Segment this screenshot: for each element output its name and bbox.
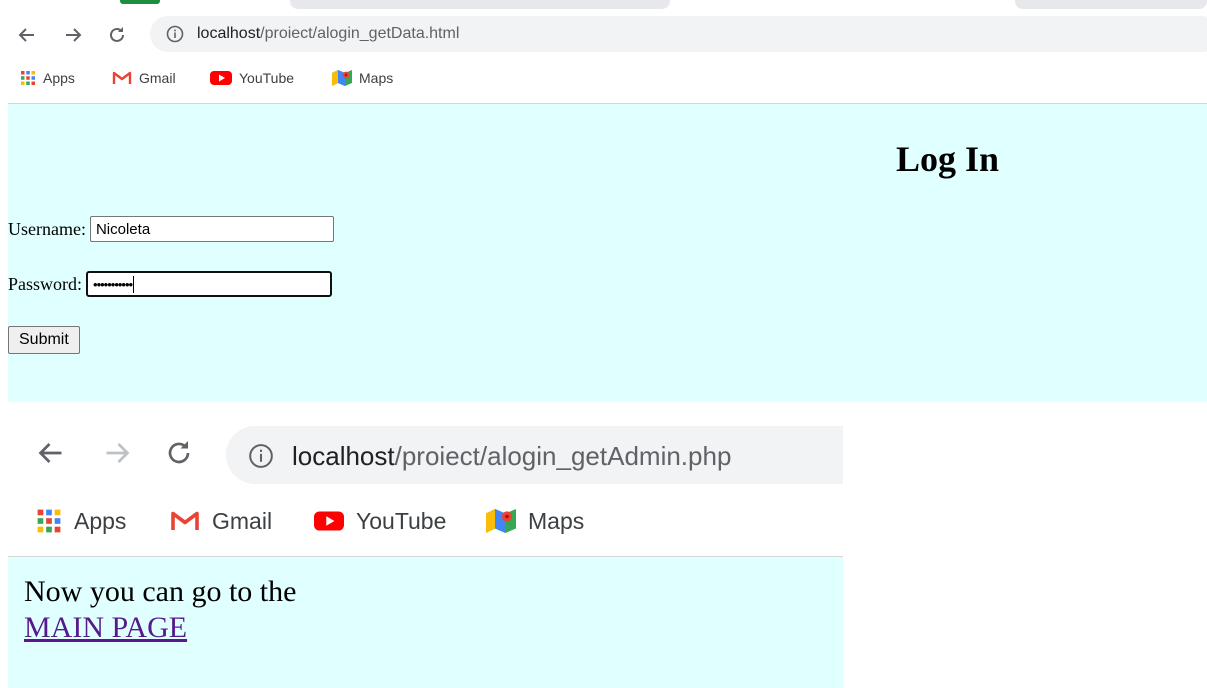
username-value: Nicoleta [95, 220, 151, 238]
bookmark-apps[interactable]: Apps [36, 504, 126, 538]
apps-grid-icon [21, 71, 35, 85]
username-label: Username: [8, 218, 86, 239]
forward-button[interactable] [60, 22, 86, 48]
bookmark-label: Maps [528, 507, 585, 534]
gmail-icon [171, 511, 199, 530]
maps-icon [332, 70, 352, 86]
background-tab[interactable] [290, 0, 670, 9]
back-button[interactable] [14, 22, 40, 48]
login-page: Log In Username: Nicoleta Password: ••••… [8, 104, 1207, 402]
bookmark-gmail[interactable]: Gmail [112, 68, 176, 88]
reload-icon [168, 441, 190, 464]
url-path: /proiect/alogin_getAdmin.php [394, 441, 732, 471]
admin-page: Now you can go to the MAIN PAGE [8, 557, 843, 688]
password-row: Password: ••••••••••• [8, 271, 333, 297]
url-path: /proiect/alogin_getData.html [260, 25, 460, 42]
password-label: Password: [8, 273, 83, 294]
bookmark-label: YouTube [239, 70, 295, 86]
youtube-icon [210, 71, 232, 85]
bookmark-label: Gmail [212, 507, 273, 534]
gmail-icon [112, 71, 132, 84]
bookmark-maps[interactable]: Maps [332, 68, 393, 88]
apps-grid-icon [37, 509, 61, 533]
bookmark-label: Apps [74, 507, 127, 534]
text-caret [133, 275, 135, 293]
reload-icon [110, 27, 124, 42]
site-info-icon[interactable] [248, 443, 274, 469]
youtube-icon [314, 511, 344, 531]
confirmation-message: Now you can go to the [24, 575, 297, 608]
reload-button[interactable] [104, 22, 130, 48]
bookmark-maps[interactable]: Maps [486, 504, 584, 538]
password-input[interactable]: ••••••••••• [86, 271, 333, 297]
password-value: ••••••••••• [93, 276, 133, 292]
main-page-link[interactable]: MAIN PAGE [24, 611, 187, 645]
bookmark-gmail[interactable]: Gmail [170, 504, 272, 538]
site-info-icon[interactable] [166, 25, 184, 43]
tab-strip [0, 0, 1207, 10]
address-bar[interactable]: localhost/proiect/alogin_getData.html [150, 16, 1207, 52]
address-bar[interactable]: localhost/proiect/alogin_getAdmin.php [226, 426, 843, 484]
bookmark-label: Apps [43, 70, 75, 86]
bookmark-apps[interactable]: Apps [20, 68, 75, 88]
bookmark-youtube[interactable]: YouTube [210, 68, 294, 88]
browser-toolbar: localhost/proiect/alogin_getData.html [0, 13, 1207, 57]
bookmark-label: Gmail [139, 70, 176, 86]
back-arrow-icon [38, 443, 62, 463]
background-tab[interactable] [1015, 0, 1207, 9]
url-text: localhost/proiect/alogin_getAdmin.php [292, 441, 731, 472]
forward-arrow-icon [66, 28, 82, 42]
username-input[interactable]: Nicoleta [89, 216, 334, 242]
bookmark-youtube[interactable]: YouTube [314, 504, 446, 538]
forward-arrow-icon [106, 443, 130, 463]
maps-icon [486, 509, 516, 533]
forward-button[interactable] [100, 436, 134, 470]
page-title: Log In [895, 139, 1000, 179]
active-tab[interactable] [0, 0, 160, 9]
reload-button[interactable] [162, 436, 196, 470]
back-button[interactable] [34, 436, 68, 470]
bookmark-label: YouTube [356, 507, 447, 534]
username-row: Username: Nicoleta [8, 216, 334, 242]
bookmark-label: Maps [359, 70, 394, 86]
url-host: localhost [292, 441, 395, 471]
submit-button[interactable]: Submit [8, 326, 80, 354]
bookmarks-bar: Apps Gmail YouTube Maps [0, 64, 1207, 92]
url-host: localhost [197, 25, 261, 42]
back-arrow-icon [18, 28, 34, 42]
url-text: localhost/proiect/alogin_getData.html [197, 25, 459, 43]
second-browser-window: localhost/proiect/alogin_getAdmin.php Ap… [8, 402, 843, 688]
